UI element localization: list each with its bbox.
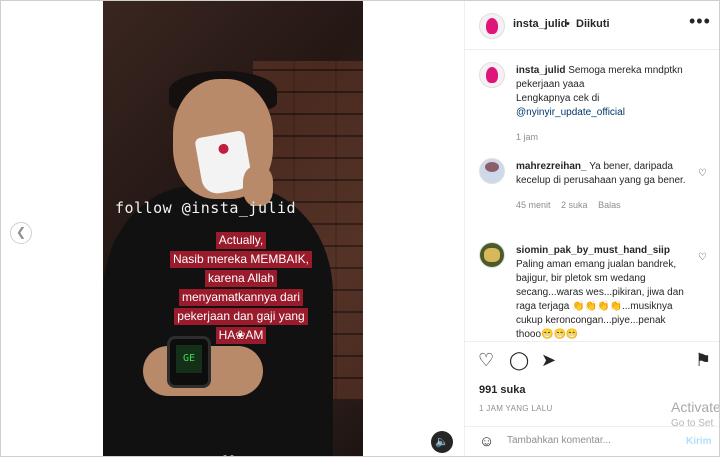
media-pane: ❮ GE follow @insta_julid Actually, Nasib… [1,1,464,456]
watch-display: GE [176,345,202,373]
caption-body: insta_julid Semoga mereka mndptkn pekerj… [516,64,702,144]
details-pane: insta_julid • Diikuti ••• insta_julid Se… [464,1,720,456]
caption-line: Actually, [215,232,267,249]
caption-line: pekerjaan dan gaji yang [174,308,308,325]
carousel-dots [223,446,237,456]
video-player[interactable]: GE follow @insta_julid Actually, Nasib m… [103,1,363,456]
post-timestamp: 1 JAM YANG LALU [479,404,553,413]
avatar[interactable] [479,158,505,184]
heart-icon[interactable]: ♡ [478,350,494,371]
comment-time[interactable]: 45 menit [516,200,551,210]
header-separator: • [566,18,570,30]
caption-text-2: Lengkapnya cek di [516,93,600,104]
caption-username[interactable]: insta_julid [516,65,565,76]
comments-list[interactable]: insta_julid Semoga mereka mndptkn pekerj… [465,50,719,340]
avatar[interactable] [479,62,505,88]
caption-time[interactable]: 1 jam [516,132,538,142]
avatar[interactable] [479,242,505,268]
header-username[interactable]: insta_julid [513,18,567,30]
like-comment-heart-icon[interactable]: ♡ [698,168,707,179]
like-comment-heart-icon[interactable]: ♡ [698,252,707,263]
post-modal: ❮ GE follow @insta_julid Actually, Nasib… [0,0,720,457]
comment-username[interactable]: siomin_pak_by_must_hand_siip [516,245,670,256]
likes-count[interactable]: 991 suka [479,384,525,396]
follow-status-button[interactable]: Diikuti [576,18,610,30]
share-icon[interactable]: ➤ [541,350,556,371]
comment-body: mahrezreihan_ Ya bener, daripada kecelup… [516,160,688,212]
mention-link[interactable]: @nyinyir_update_official [516,107,625,118]
caption-line: HA❀AM [215,327,267,344]
bookmark-icon[interactable]: ⚑ [695,350,711,371]
reply-button[interactable]: Balas [598,200,621,210]
add-comment-bar: ☺ Kirim [465,426,719,456]
post-actions: ♡ ◯ ➤ ⚑ 991 suka 1 JAM YANG LALU Activat… [465,341,720,437]
caption-line: karena Allah [204,270,278,287]
carousel-dot [223,455,227,456]
windows-activation-title: Activate [671,399,720,415]
previous-post-button[interactable]: ❮ [10,222,32,244]
comment-text: Paling aman emang jualan bandrek, bajigu… [516,259,684,340]
comment-likes[interactable]: 2 suka [561,200,588,210]
post-header: insta_julid • Diikuti ••• [465,1,719,50]
caption-meta: 1 jam [516,130,702,144]
comment-body: siomin_pak_by_must_hand_siip Paling aman… [516,244,688,340]
post-comment-button[interactable]: Kirim [686,436,712,447]
speaker-icon: 🔈 [435,436,449,448]
comment-username[interactable]: mahrezreihan_ [516,161,587,172]
carousel-dot [230,455,234,456]
cup-logo [217,143,230,155]
caption-line: menyamatkannya dari [178,289,304,306]
sound-toggle-button[interactable]: 🔈 [431,431,453,453]
comment-icon[interactable]: ◯ [509,350,529,371]
avatar[interactable] [479,13,505,39]
caption-line: Nasib mereka MEMBAIK, [169,251,313,268]
comment-input[interactable] [507,435,667,446]
more-options-icon[interactable]: ••• [689,11,711,32]
video-caption: Actually, Nasib mereka MEMBAIK, karena A… [151,231,331,345]
emoji-icon[interactable]: ☺ [479,433,494,450]
comment-meta: 45 menit 2 suka Balas [516,198,688,212]
video-watermark: follow @insta_julid [115,199,297,217]
